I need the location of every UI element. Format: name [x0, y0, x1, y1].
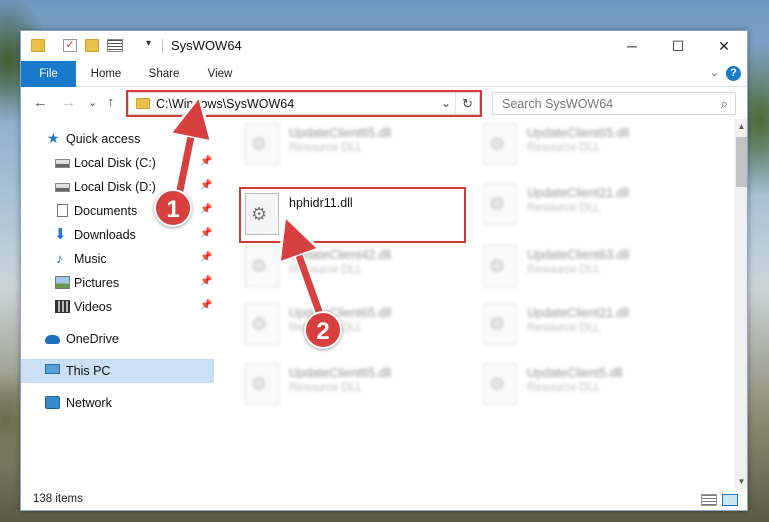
arrow-2	[292, 236, 326, 322]
arrow-1	[178, 117, 195, 201]
step-marker-1: 1	[154, 189, 192, 227]
annotation-arrows	[0, 0, 327, 325]
step-marker-2: 2	[304, 311, 342, 349]
